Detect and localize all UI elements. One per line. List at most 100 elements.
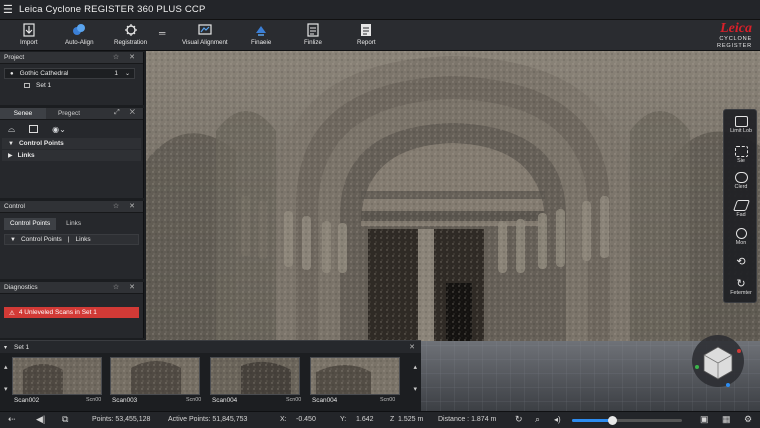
divider-icon: ═: [159, 28, 166, 38]
diagnostics-panel-header: Diagnostics ☆ ✕: [0, 282, 143, 294]
strip-scroll-down-icon[interactable]: ▾: [413, 385, 417, 393]
panel-controls-icon[interactable]: ⤢ ✕: [114, 109, 139, 117]
scan-thumbnail[interactable]: [110, 357, 200, 395]
set-strip-header: ▾ Set 1 ✕: [0, 341, 421, 353]
x-coord-value: -0.450: [296, 416, 316, 423]
leica-logo: Leica CYCLONE REGISTER: [717, 22, 752, 50]
filter-icon: ▼: [10, 236, 16, 243]
scan-thumbnail[interactable]: [12, 357, 102, 395]
set-item[interactable]: Set 1: [24, 80, 143, 91]
finaeie-button[interactable]: Finaeie: [251, 23, 271, 46]
diagnostics-panel-title: Diagnostics: [4, 284, 38, 291]
z-coord-label: Z: [390, 416, 395, 423]
slider-knob[interactable]: [607, 416, 617, 425]
tab-control-points[interactable]: Control Points: [4, 218, 57, 230]
scan-name: Scan004: [212, 397, 238, 404]
visual-alignment-label: Visual Alignment: [182, 39, 228, 46]
tab-links[interactable]: Links: [56, 218, 91, 230]
auto-align-button[interactable]: Auto-Align: [65, 23, 94, 46]
expand-icon: ▶: [8, 153, 13, 159]
frame-icon[interactable]: [29, 125, 39, 133]
layers-button[interactable]: Fad: [724, 200, 758, 218]
site-label: Sie: [737, 158, 745, 164]
control-points-item[interactable]: ▼ Control Points: [2, 138, 141, 149]
control-row[interactable]: ▼ Control Points | Links: [4, 234, 139, 245]
finlize-icon: [306, 23, 320, 37]
panel-controls-icon[interactable]: ☆ ✕: [113, 202, 139, 210]
links-item[interactable]: ▶ Links: [2, 150, 141, 161]
grid-icon[interactable]: ▦: [722, 414, 731, 425]
title-bar: ☰ Leica Cyclone REGISTER 360 PLUS CCP: [0, 0, 760, 20]
links-label: Links: [17, 152, 35, 159]
orbit-button[interactable]: ⟲: [724, 256, 758, 268]
panel-controls-icon[interactable]: ☆ ✕: [113, 53, 139, 61]
brand-logo: Leica: [720, 21, 752, 36]
brand-line1: CYCLONE: [719, 36, 752, 42]
scene-tabs: Senee Pregect ⤢ ✕: [0, 108, 143, 120]
set-strip: ▾ Set 1 ✕ ▴ ▾ Scan002 Scn00 Scan003 Scn0…: [0, 340, 421, 411]
tab-scene[interactable]: Senee: [0, 108, 46, 119]
registration-icon: [124, 23, 138, 37]
right-toolbar: Limit Lob Sie Clerd Fad Mon ⟲ ↻ Fetemter: [723, 109, 757, 303]
scene-toolbar: ⌓ ◉⌄: [0, 120, 143, 138]
import-button[interactable]: Import: [20, 23, 38, 46]
image-icon[interactable]: ⧉: [62, 414, 68, 425]
report-button[interactable]: Report: [357, 23, 376, 46]
chevron-down-icon[interactable]: ⌄: [125, 70, 130, 77]
menu-icon[interactable]: ☰: [3, 3, 17, 16]
collapse-icon[interactable]: ▾: [4, 344, 7, 351]
cloud-button[interactable]: Clerd: [724, 172, 758, 190]
orbit-view-icon[interactable]: ⌓: [8, 124, 15, 135]
settings-icon[interactable]: ⚙: [744, 414, 752, 425]
finlize-button[interactable]: Finlize: [304, 23, 322, 46]
strip-scroll-up-icon[interactable]: ▴: [413, 363, 417, 371]
scroll-up-icon[interactable]: ▴: [4, 363, 8, 371]
status-bar: ⇠ ◀| ⧉ Points: 53,455,128 Active Points:…: [0, 411, 760, 428]
slider-fill: [572, 419, 612, 422]
registration-button[interactable]: Registration: [114, 23, 147, 46]
speaker-icon[interactable]: ◀|: [36, 414, 45, 425]
registration-label: Registration: [114, 39, 148, 46]
zoom-button[interactable]: Mon: [724, 228, 758, 246]
layers-label: Fad: [736, 212, 746, 218]
active-points-count: Active Points: 51,845,753: [168, 416, 248, 423]
ribbon-toolbar: Import Auto-Align Registration ═ Visual …: [0, 20, 760, 51]
scroll-down-icon[interactable]: ▾: [4, 385, 8, 393]
x-coord-label: X:: [280, 416, 287, 423]
project-item[interactable]: ● Gothic Cathedral 1 ⌄: [4, 68, 135, 79]
close-icon[interactable]: ✕: [409, 343, 415, 351]
visual-alignment-button[interactable]: Visual Alignment: [182, 23, 228, 46]
reset-icon: ↻: [736, 278, 746, 290]
limit-box-button[interactable]: Limit Lob: [724, 116, 758, 134]
diagnostics-alert[interactable]: ⚠ 4 Unleveled Scans in Set 1: [4, 307, 139, 318]
cloud-icon: [734, 172, 748, 183]
scan-name: Scan004: [312, 397, 338, 404]
search-icon[interactable]: ⌕: [535, 414, 540, 425]
reset-label: Fetemter: [730, 290, 752, 296]
refresh-icon[interactable]: ↻: [515, 414, 523, 425]
import-label: Import: [20, 39, 38, 46]
cloud-label: Clerd: [734, 184, 748, 190]
scan-thumbnail[interactable]: [310, 357, 400, 395]
y-coord-value: 1.642: [356, 416, 374, 423]
reset-button[interactable]: ↻ Fetemter: [724, 278, 758, 296]
z-coord-value: 1.525 m: [398, 416, 424, 423]
layers-icon: [732, 200, 750, 211]
scan-tag: Scn00: [186, 397, 202, 403]
back-icon[interactable]: ⇠: [8, 414, 16, 425]
camera-icon[interactable]: ▣: [700, 414, 709, 425]
tab-project[interactable]: Pregect: [46, 108, 92, 119]
scan-thumbnail[interactable]: [210, 357, 300, 395]
visibility-icon[interactable]: ◉⌄: [52, 125, 66, 134]
distance-readout: Distance : 1.874 m: [438, 416, 497, 423]
volume-icon[interactable]: ◂): [554, 415, 561, 424]
project-panel-header: Project ☆ ✕: [0, 52, 143, 64]
project-panel: Project ☆ ✕ ● Gothic Cathedral 1 ⌄ Set 1: [0, 52, 144, 105]
site-button[interactable]: Sie: [724, 146, 758, 164]
point-size-slider[interactable]: [572, 416, 682, 425]
panel-controls-icon[interactable]: ☆ ✕: [113, 283, 139, 291]
diagnostics-alert-text: 4 Unleveled Scans in Set 1: [18, 309, 97, 316]
report-icon: [359, 23, 373, 37]
points-count: Points: 53,455,128: [92, 416, 151, 423]
scan-tag: Scn00: [380, 397, 396, 403]
